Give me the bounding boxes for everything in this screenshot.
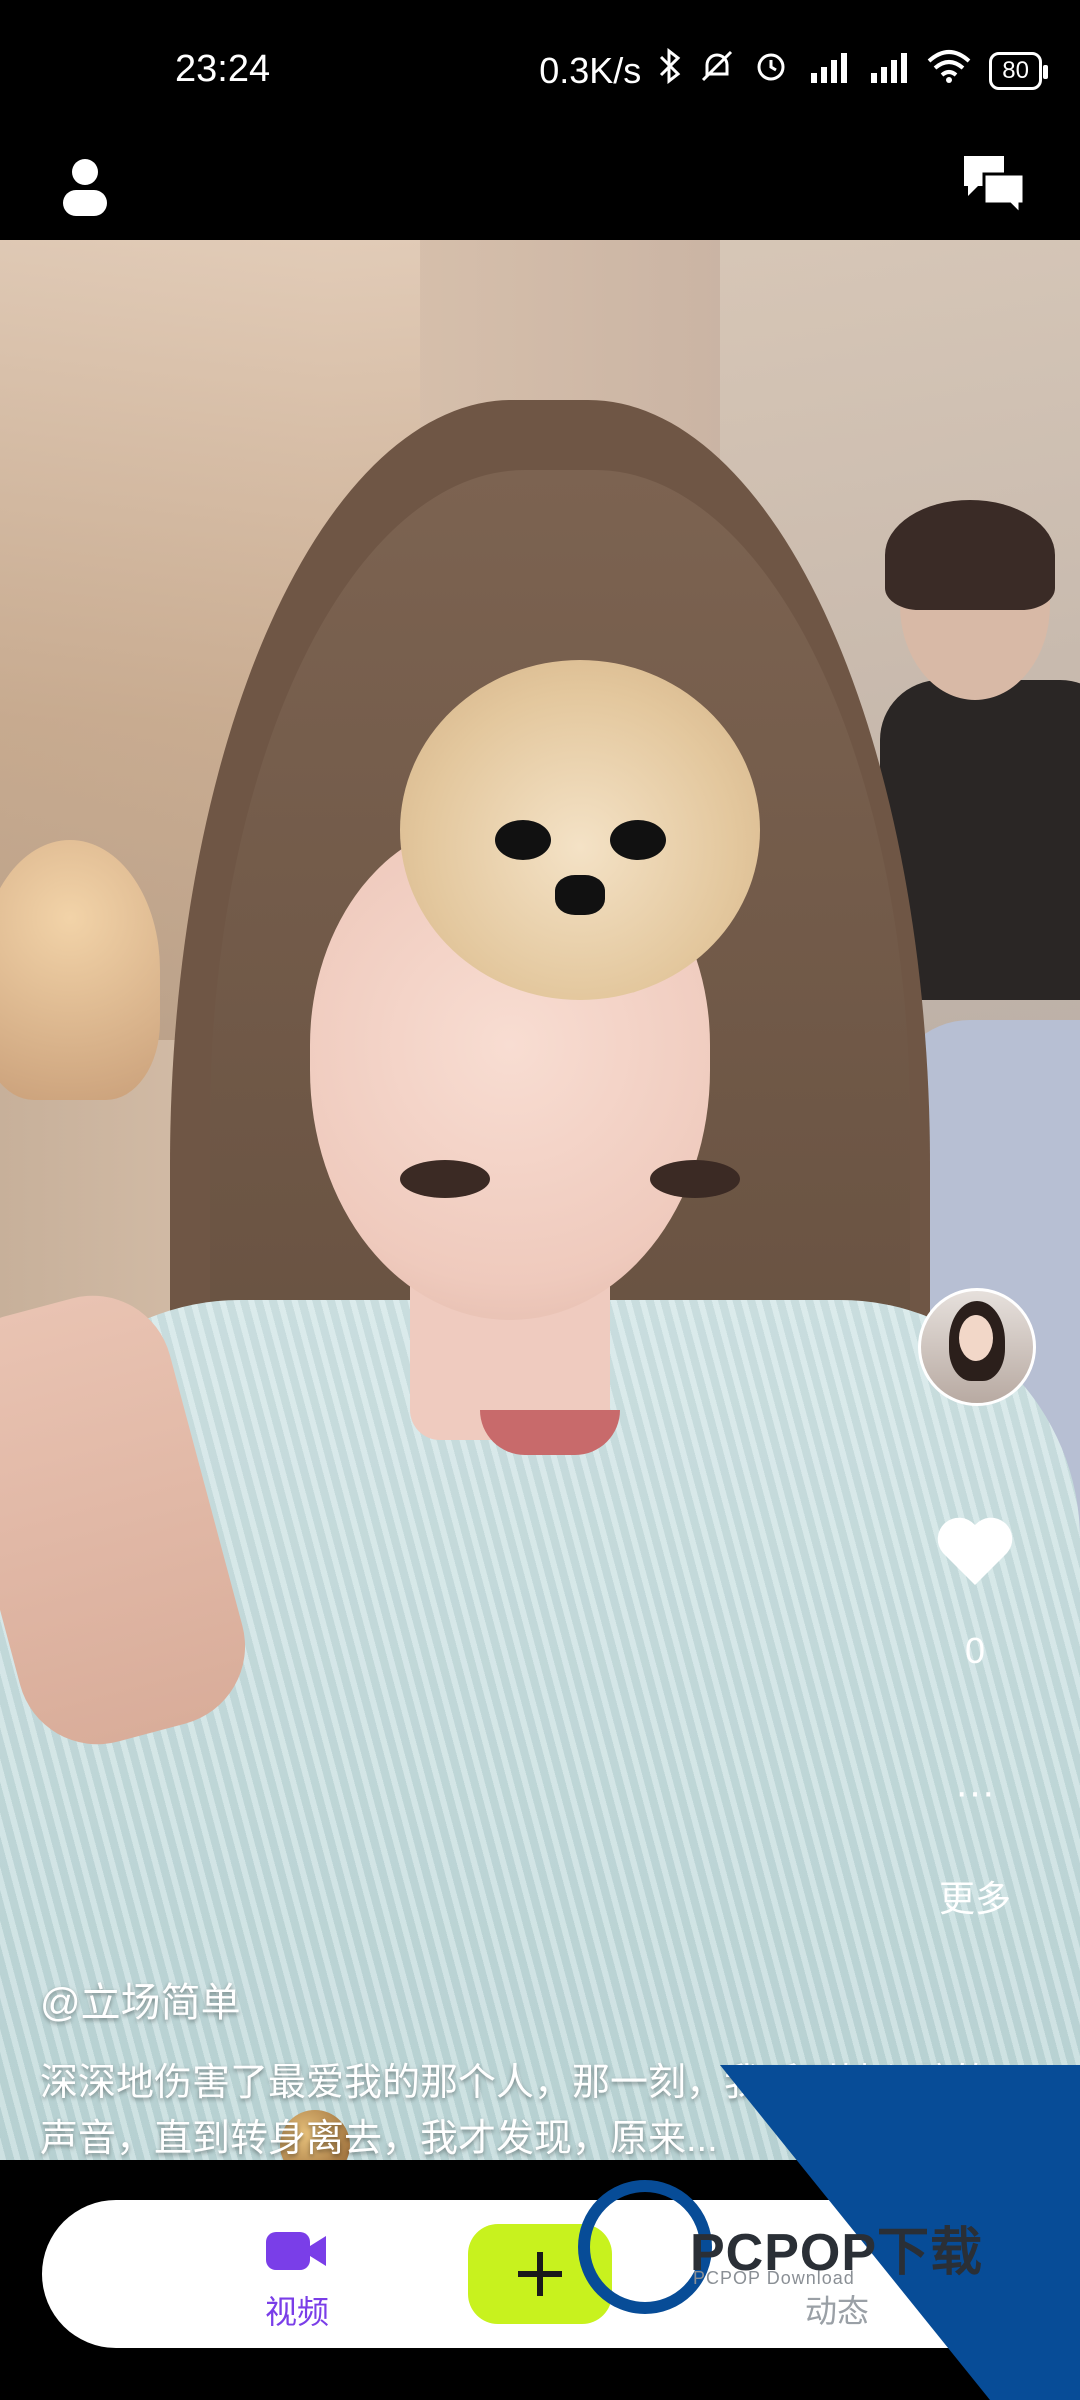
profile-button[interactable] bbox=[50, 150, 120, 220]
top-bar bbox=[0, 140, 1080, 240]
more-button[interactable]: ··· bbox=[915, 1770, 1035, 1830]
wifi-icon bbox=[927, 49, 971, 92]
status-time: 23:24 bbox=[175, 48, 271, 90]
person-icon bbox=[63, 159, 107, 216]
like-count: 0 bbox=[964, 1630, 986, 1671]
more-label: 更多 bbox=[938, 1878, 1011, 1919]
network-speed: 0.3K/s bbox=[539, 49, 642, 91]
alarm-icon bbox=[753, 48, 789, 93]
status-bar: 23:24 0.3K/s 80 bbox=[0, 0, 1080, 140]
mute-icon bbox=[699, 48, 735, 93]
battery-icon: 80 bbox=[989, 51, 1048, 90]
bluetooth-icon bbox=[659, 47, 681, 93]
like-button[interactable] bbox=[935, 1515, 1015, 1589]
video-camera-icon bbox=[266, 2232, 326, 2270]
messages-button[interactable] bbox=[960, 150, 1030, 220]
signal-hd-icon bbox=[807, 49, 849, 92]
chat-bubbles-icon bbox=[964, 156, 1026, 218]
dog-filter bbox=[400, 660, 760, 1000]
creator-avatar[interactable] bbox=[918, 1288, 1036, 1406]
nav-dynamics-label: 动态 bbox=[804, 2293, 869, 2329]
battery-level: 80 bbox=[1002, 56, 1029, 84]
heart-icon bbox=[937, 1517, 1013, 1585]
author-handle[interactable]: @立场简单 bbox=[40, 1970, 241, 2028]
watermark-subtext: PCPOP Download bbox=[693, 2268, 855, 2288]
subject-eye-right bbox=[650, 1160, 740, 1198]
nav-tab-video[interactable]: 视频 bbox=[222, 2224, 372, 2333]
signal-hd-icon bbox=[867, 49, 909, 92]
more-dots-icon: ··· bbox=[955, 1770, 995, 1814]
nav-video-label: 视频 bbox=[264, 2294, 329, 2330]
status-indicators: 0.3K/s 80 bbox=[539, 47, 1048, 93]
subject-eye-left bbox=[400, 1160, 490, 1198]
